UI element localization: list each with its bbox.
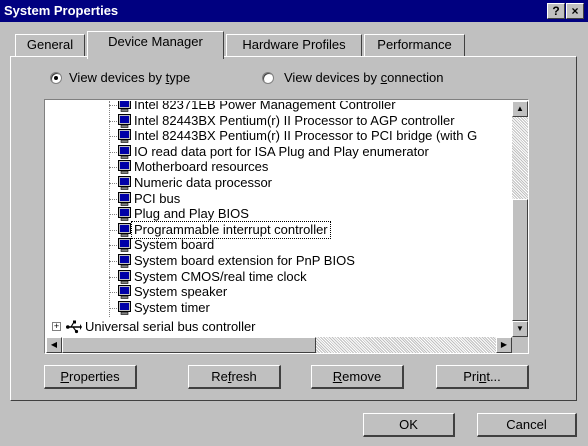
monitor-icon: [118, 300, 131, 315]
vertical-scrollbar[interactable]: ▲ ▼: [512, 101, 528, 337]
device-item-label: Motherboard resources: [134, 159, 269, 175]
device-item[interactable]: Programmable interrupt controller: [46, 220, 506, 239]
tree-item-label: Universal serial bus controller: [85, 319, 256, 334]
monitor-icon: [118, 129, 131, 143]
monitor-icon: [118, 101, 131, 112]
monitor-icon: [118, 269, 131, 284]
monitor-icon: [118, 176, 131, 190]
tab-performance[interactable]: Performance: [364, 34, 465, 56]
monitor-icon: [118, 254, 131, 268]
device-item[interactable]: System CMOS/real time clock: [46, 269, 506, 285]
device-item[interactable]: System timer: [46, 300, 506, 316]
tree-line: [109, 183, 117, 184]
monitor-icon: [118, 222, 131, 237]
monitor-icon: [118, 144, 131, 159]
scroll-down-button[interactable]: ▼: [512, 321, 528, 337]
tree-line: [109, 229, 117, 231]
print-button[interactable]: Print...: [436, 365, 529, 389]
device-item-label: Programmable interrupt controller: [131, 220, 331, 239]
tree-line: [109, 105, 117, 106]
device-item[interactable]: Intel 82443BX Pentium(r) II Processor to…: [46, 113, 506, 129]
device-item-label: Intel 82443BX Pentium(r) II Processor to…: [134, 128, 478, 144]
tree-line: [109, 151, 117, 153]
tree-line: [109, 214, 117, 216]
tab-device-manager[interactable]: Device Manager: [87, 31, 224, 59]
radio-view-by-connection-label: View devices by connection: [284, 70, 444, 85]
device-item-label: Intel 82371EB Power Management Controlle…: [134, 101, 396, 112]
radio-view-by-type[interactable]: View devices by type: [50, 70, 250, 86]
tab-general[interactable]: General: [15, 34, 85, 56]
device-item-label: System board extension for PnP BIOS: [134, 253, 355, 268]
device-item-label: Intel 82443BX Pentium(r) II Processor to…: [134, 112, 455, 128]
tree-line: [109, 198, 117, 200]
scroll-up-button[interactable]: ▲: [512, 101, 528, 117]
device-item[interactable]: System board extension for PnP BIOS: [46, 253, 506, 269]
device-item-label: System CMOS/real time clock: [134, 268, 307, 284]
remove-button[interactable]: Remove: [311, 365, 404, 389]
radio-button[interactable]: [262, 72, 274, 84]
device-item[interactable]: Plug and Play BIOS: [46, 206, 506, 222]
horizontal-scrollbar[interactable]: ◀ ▶: [46, 337, 512, 353]
scroll-thumb-horizontal[interactable]: [62, 337, 316, 353]
expand-icon[interactable]: +: [52, 322, 61, 331]
tree-line: [109, 261, 117, 262]
tree-line: [109, 167, 117, 169]
tree-line: [109, 307, 117, 309]
title-bar[interactable]: System Properties ? ×: [0, 0, 588, 22]
monitor-icon: [118, 285, 131, 299]
device-item-label: PCI bus: [134, 190, 181, 206]
device-item-label: Numeric data processor: [134, 175, 272, 190]
monitor-icon: [118, 238, 131, 253]
device-item[interactable]: Numeric data processor: [46, 175, 506, 191]
properties-button[interactable]: Properties: [44, 365, 137, 389]
device-item-label: System timer: [134, 299, 210, 315]
monitor-icon: [118, 160, 131, 175]
scroll-right-button[interactable]: ▶: [496, 337, 512, 353]
ok-button[interactable]: OK: [363, 413, 455, 437]
help-button[interactable]: ?: [547, 3, 565, 19]
device-item[interactable]: System board: [46, 237, 506, 253]
device-item-label: IO read data port for ISA Plug and Play …: [134, 143, 429, 159]
cancel-button[interactable]: Cancel: [477, 413, 577, 437]
tree-line: [109, 245, 117, 247]
radio-button-selected[interactable]: [50, 72, 62, 84]
monitor-icon: [118, 113, 131, 128]
monitor-icon: [118, 207, 131, 221]
device-tree-list[interactable]: Intel 82371EB Power Management Controlle…: [44, 99, 529, 354]
scrollbar-corner: [512, 337, 528, 353]
tab-hardware-profiles[interactable]: Hardware Profiles: [226, 34, 362, 56]
device-item[interactable]: Intel 82371EB Power Management Controlle…: [46, 101, 506, 113]
radio-view-by-type-label: View devices by type: [69, 70, 191, 85]
device-item[interactable]: System speaker: [46, 284, 506, 300]
window-title: System Properties: [4, 3, 119, 18]
usb-icon: [66, 320, 82, 334]
refresh-button[interactable]: Refresh: [188, 365, 281, 389]
device-item-label: Plug and Play BIOS: [134, 206, 249, 222]
device-item-label: System board: [134, 237, 215, 253]
tree-line: [109, 120, 117, 122]
tree-line: [109, 276, 117, 278]
device-item-label: System speaker: [134, 284, 228, 300]
scroll-left-button[interactable]: ◀: [46, 337, 62, 353]
tree-item-usb-controller[interactable]: + Universal serial bus controller: [46, 319, 486, 335]
scroll-thumb[interactable]: [512, 199, 528, 321]
device-item[interactable]: IO read data port for ISA Plug and Play …: [46, 144, 506, 160]
close-button[interactable]: ×: [566, 3, 584, 19]
tree-line: [109, 136, 117, 138]
monitor-icon: [118, 191, 131, 206]
device-item[interactable]: PCI bus: [46, 191, 506, 207]
tree-line: [109, 292, 117, 294]
radio-view-by-connection[interactable]: View devices by connection: [262, 70, 492, 86]
device-item[interactable]: Motherboard resources: [46, 159, 506, 175]
device-item[interactable]: Intel 82443BX Pentium(r) II Processor to…: [46, 128, 506, 144]
